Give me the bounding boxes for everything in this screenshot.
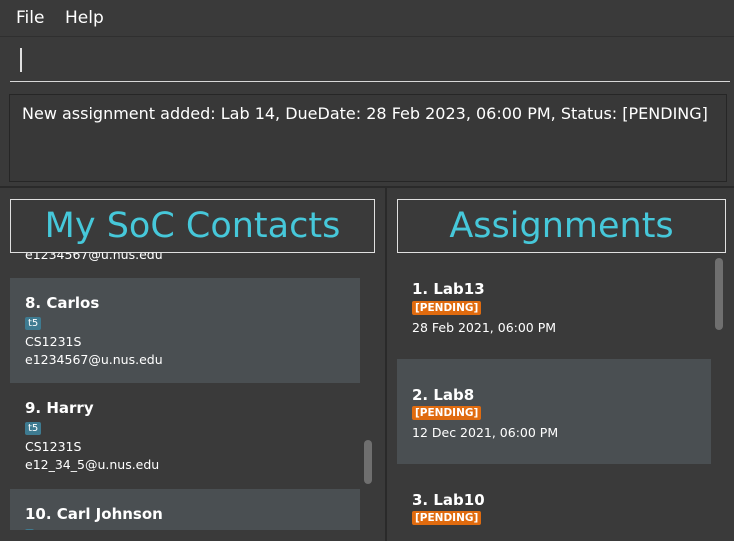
assignments-list[interactable]: 1. Lab13 [PENDING] 28 Feb 2021, 06:00 PM… bbox=[397, 253, 711, 530]
assignment-due-date: 12 Dec 2021, 06:00 PM bbox=[412, 425, 559, 440]
contact-tag: t5 bbox=[25, 317, 42, 330]
contact-name: 8. Carlos bbox=[25, 294, 100, 312]
command-input[interactable] bbox=[10, 45, 730, 82]
contact-card[interactable]: 8. Carlos t5 CS1231S e1234567@u.nus.edu bbox=[10, 278, 360, 383]
menu-bar: File Help bbox=[0, 0, 734, 36]
menu-help[interactable]: Help bbox=[65, 8, 104, 28]
status-badge: [PENDING] bbox=[412, 406, 482, 420]
result-message: New assignment added: Lab 14, DueDate: 2… bbox=[22, 104, 708, 123]
contact-module: CS1231S bbox=[25, 439, 82, 454]
assignment-card[interactable]: 2. Lab8 [PENDING] 12 Dec 2021, 06:00 PM bbox=[397, 359, 711, 464]
assignment-name: 2. Lab8 bbox=[412, 386, 475, 404]
contact-name: 10. Carl Johnson bbox=[25, 505, 163, 523]
result-display: New assignment added: Lab 14, DueDate: 2… bbox=[9, 94, 727, 182]
assignment-name: 1. Lab13 bbox=[412, 280, 485, 298]
contact-card[interactable]: 10. Carl Johnson bbox=[10, 489, 360, 530]
status-badge: [PENDING] bbox=[412, 511, 482, 525]
contact-email: e1234567@u.nus.edu bbox=[25, 352, 163, 367]
contact-tag: t5 bbox=[25, 422, 42, 435]
contact-module: CS1231S bbox=[25, 334, 82, 349]
assignment-card[interactable]: 1. Lab13 [PENDING] 28 Feb 2021, 06:00 PM bbox=[397, 253, 711, 359]
assignment-name: 3. Lab10 bbox=[412, 491, 485, 509]
command-box bbox=[0, 36, 734, 89]
contacts-scrollbar[interactable] bbox=[364, 440, 372, 484]
contact-tag bbox=[25, 529, 35, 530]
assignment-card[interactable]: 3. Lab10 [PENDING] bbox=[397, 464, 711, 530]
assignments-scrollbar[interactable] bbox=[715, 258, 723, 330]
contact-email: e12_34_5@u.nus.edu bbox=[25, 457, 160, 472]
status-badge: [PENDING] bbox=[412, 301, 482, 315]
contact-card[interactable]: 9. Harry t5 CS1231S e12_34_5@u.nus.edu bbox=[10, 383, 360, 489]
pane-divider[interactable] bbox=[385, 188, 387, 541]
menu-file[interactable]: File bbox=[16, 8, 44, 28]
contacts-title: My SoC Contacts bbox=[10, 199, 375, 253]
assignments-title: Assignments bbox=[397, 199, 726, 253]
contact-name: 9. Harry bbox=[25, 399, 94, 417]
horizontal-divider bbox=[0, 186, 734, 188]
text-caret bbox=[20, 48, 22, 72]
assignment-due-date: 28 Feb 2021, 06:00 PM bbox=[412, 320, 557, 335]
